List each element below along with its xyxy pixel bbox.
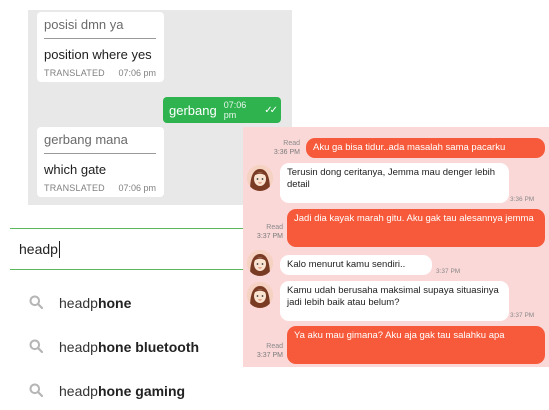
message-time: 3:36 PM — [510, 196, 535, 203]
received-message[interactable]: Kalo menurut kamu sendiri.. — [280, 255, 432, 275]
sent-message[interactable]: Ya aku mau gimana? Aku aja gak tau salah… — [287, 326, 545, 364]
search-icon — [29, 339, 43, 353]
translated-label: TRANSLATED — [44, 68, 105, 78]
search-panel: headp headphone headphone bluetooth head… — [10, 214, 278, 410]
read-receipt: Read 3:37 PM — [256, 224, 283, 240]
message-time: 3:37 PM — [436, 268, 461, 275]
search-input[interactable]: headp — [10, 228, 278, 270]
suggestion-item[interactable]: headphone — [10, 288, 278, 318]
translated-label: TRANSLATED — [44, 183, 105, 193]
avatar[interactable] — [247, 165, 273, 191]
sent-message[interactable]: Aku ga bisa tidur..ada masalah sama paca… — [306, 138, 545, 158]
search-query: headp — [19, 241, 58, 257]
original-text: gerbang mana — [44, 132, 156, 154]
received-message[interactable]: Terusin dong ceritanya, Jemma mau denger… — [280, 163, 509, 203]
message-text: Terusin dong ceritanya, Jemma mau denger… — [287, 167, 496, 190]
translated-text: which gate — [44, 162, 107, 177]
message-time: 07:06 pm — [118, 68, 156, 78]
outgoing-message[interactable]: gerbang 07:06 pm ✓✓ — [163, 97, 281, 123]
received-message[interactable]: Kamu udah berusaha maksimal supaya situa… — [280, 281, 509, 321]
suggestion-item[interactable]: headphone gaming — [10, 376, 278, 406]
text-cursor — [58, 240, 60, 258]
translated-text: position where yes — [44, 47, 152, 62]
avatar[interactable] — [247, 250, 273, 276]
search-icon — [29, 295, 43, 309]
sent-message[interactable]: Jadi dia kayak marah gitu. Aku gak tau a… — [287, 209, 545, 247]
avatar[interactable] — [247, 282, 273, 308]
incoming-message[interactable]: gerbang mana which gate TRANSLATED 07:06… — [37, 127, 164, 197]
message-text: Kamu udah berusaha maksimal supaya situa… — [287, 285, 499, 308]
read-receipt: Read 3:36 PM — [273, 140, 300, 156]
read-receipt: Read 3:37 PM — [256, 343, 283, 359]
avatar-image — [247, 165, 273, 191]
suggestion-item[interactable]: headphone bluetooth — [10, 332, 278, 362]
suggestion-text: headphone gaming — [59, 383, 186, 399]
outgoing-time: 07:06 pm — [223, 100, 247, 120]
message-time: 3:37 PM — [510, 312, 535, 319]
suggestion-text: headphone bluetooth — [59, 339, 200, 355]
avatar-image — [247, 282, 273, 308]
original-text: posisi dmn ya — [44, 17, 156, 39]
incoming-message[interactable]: posisi dmn ya position where yes TRANSLA… — [37, 12, 164, 82]
avatar-image — [247, 250, 273, 276]
companion-chat-panel: Read 3:36 PM Aku ga bisa tidur..ada masa… — [243, 127, 549, 367]
message-time: 07:06 pm — [118, 183, 156, 193]
outgoing-text: gerbang — [169, 102, 217, 118]
message-text: Kalo menurut kamu sendiri.. — [287, 259, 406, 270]
suggestion-text: headphone — [59, 295, 132, 311]
search-icon — [29, 383, 43, 397]
double-check-icon: ✓✓ — [264, 104, 278, 116]
